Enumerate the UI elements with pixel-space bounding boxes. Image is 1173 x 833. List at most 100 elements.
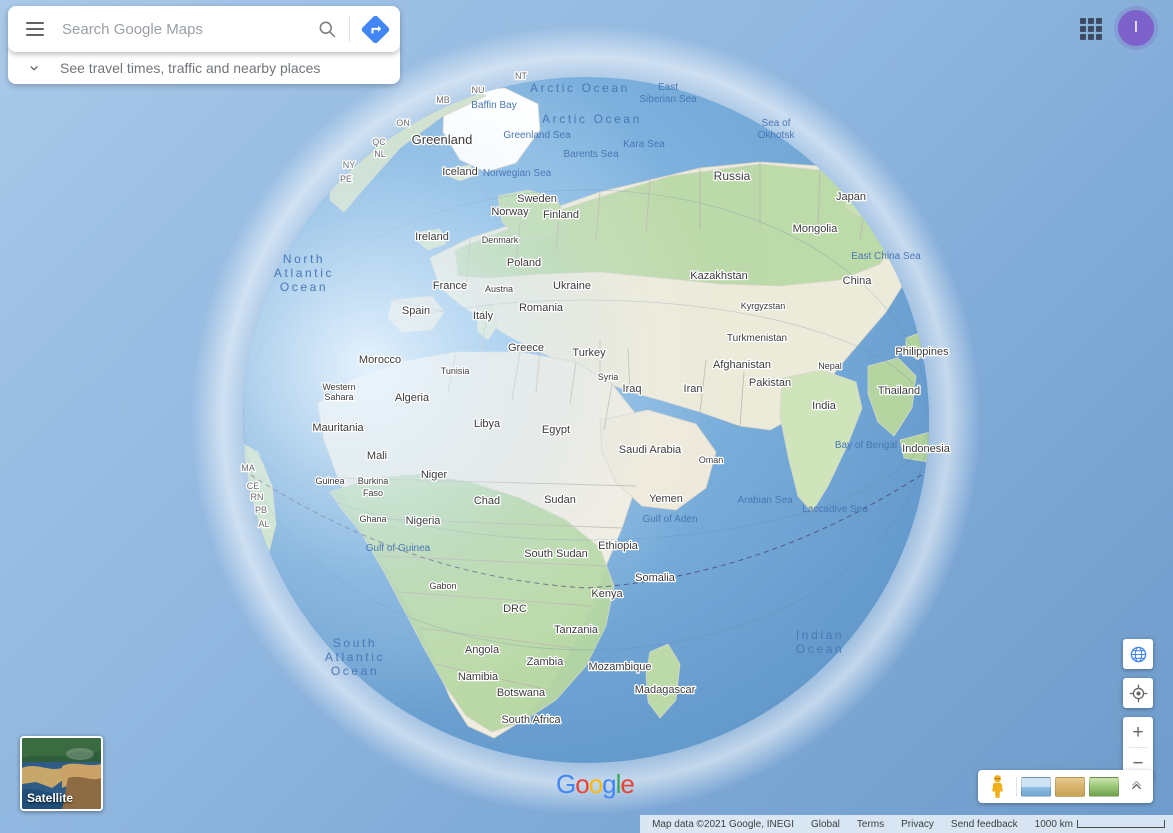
map-label-country: Ukraine: [553, 280, 591, 292]
map-footer: Map data ©2021 Google, INEGI Global Term…: [640, 815, 1173, 833]
street-view-thumbnail-water[interactable]: [1021, 776, 1051, 797]
chevron-up-icon[interactable]: [1123, 770, 1149, 803]
map-label-country: Romania: [519, 302, 564, 314]
footer-link-terms[interactable]: Terms: [857, 819, 884, 830]
map-label-water: Bay of Bengal: [835, 440, 897, 451]
map-label-country: Greenland: [412, 132, 473, 147]
map-label-water: Baffin Bay: [471, 100, 516, 111]
map-label-country: Indonesia: [902, 443, 951, 455]
map-label-water: Kara Sea: [623, 139, 665, 150]
apps-grid-icon[interactable]: [1078, 16, 1104, 42]
map-label-country: Mongolia: [793, 223, 839, 235]
map-label-water: Gulf of Aden: [642, 514, 697, 525]
globe-view-icon[interactable]: [1123, 639, 1153, 669]
map-label-country: Afghanistan: [713, 359, 771, 371]
map-label-country: DRC: [503, 603, 527, 615]
map-label-region: NL: [374, 149, 386, 159]
street-view-thumbnail-field[interactable]: [1089, 776, 1119, 797]
street-view-bar: [978, 770, 1153, 803]
hamburger-menu-icon[interactable]: [8, 6, 62, 52]
map-label-country: Mali: [367, 450, 387, 462]
map-label-country: Philippines: [895, 346, 949, 358]
map-label-country: Nepal: [818, 361, 842, 371]
map-label-country: Madagascar: [635, 684, 696, 696]
map-label-water: East: [658, 82, 678, 93]
map-label-country: Tunisia: [441, 366, 470, 376]
logo-letter-o1: o: [575, 769, 590, 799]
footer-link-privacy[interactable]: Privacy: [901, 819, 934, 830]
map-label-water: Norwegian Sea: [483, 168, 552, 179]
map-label-region: MA: [241, 463, 255, 473]
map-label-country: Pakistan: [749, 377, 791, 389]
map-label-country: Sudan: [544, 494, 576, 506]
map-scale-bar: [1077, 820, 1165, 828]
map-label-water: Atlantic: [325, 650, 385, 664]
map-label-region: CE: [247, 481, 260, 491]
map-label-country: Italy: [473, 310, 494, 322]
map-label-country: Burkina: [358, 476, 389, 486]
map-label-water: Indian: [796, 628, 844, 642]
map-label-country: Turkmenistan: [727, 333, 787, 344]
search-icon[interactable]: [305, 6, 349, 52]
map-label-country: Kenya: [591, 588, 623, 600]
map-label-country: Nigeria: [406, 515, 442, 527]
map-label-water: North: [283, 252, 325, 266]
satellite-layer-toggle[interactable]: Satellite: [20, 736, 103, 811]
map-label-region: PB: [255, 505, 267, 515]
street-view-thumbnail-desert[interactable]: [1055, 776, 1085, 797]
map-label-region: ON: [396, 118, 410, 128]
map-label-region: RN: [251, 492, 264, 502]
map-label-water: Arabian Sea: [737, 495, 792, 506]
street-view-divider: [1016, 776, 1017, 797]
chevron-down-icon: [8, 61, 60, 75]
map-label-country: Algeria: [395, 392, 430, 404]
map-label-water: Ocean: [331, 664, 379, 678]
map-label-region: AL: [258, 519, 269, 529]
map-label-water: Atlantic: [274, 266, 334, 280]
map-label-country: Denmark: [482, 235, 519, 245]
zoom-controls: + −: [1123, 717, 1153, 778]
map-label-water: Gulf of Guinea: [366, 543, 431, 554]
logo-letter-e: e: [620, 769, 635, 799]
map-label-water: East China Sea: [851, 251, 921, 262]
map-canvas[interactable]: Greenland Iceland Sweden Norway Finland Irela…: [0, 0, 1173, 833]
map-label-country: Faso: [363, 488, 383, 498]
footer-link-global[interactable]: Global: [811, 819, 840, 830]
map-label-country: Spain: [402, 305, 430, 317]
map-label-country: Mozambique: [589, 661, 652, 673]
zoom-in-button[interactable]: +: [1123, 717, 1153, 747]
map-label-water: Sea of: [762, 118, 791, 129]
map-label-country: South Africa: [501, 714, 561, 726]
map-label-country: Iran: [684, 383, 703, 395]
map-label-country: Poland: [507, 257, 541, 269]
map-label-country: Greece: [508, 342, 544, 354]
footer-link-send-feedback[interactable]: Send feedback: [951, 819, 1018, 830]
map-scale: 1000 km: [1035, 819, 1165, 830]
logo-letter-o2: o: [588, 769, 604, 799]
search-input[interactable]: [62, 20, 305, 38]
map-label-region: QC: [372, 137, 386, 147]
map-label-country: Kyrgyzstan: [741, 301, 786, 311]
directions-icon[interactable]: [350, 6, 400, 52]
map-label-country: Thailand: [878, 385, 920, 397]
map-label-water: Laccadive Sea: [802, 504, 868, 515]
avatar-initial: I: [1133, 19, 1139, 36]
map-label-country: Norway: [491, 206, 529, 218]
map-label-country: Oman: [699, 455, 724, 465]
map-label-country: France: [433, 280, 467, 292]
map-label-country: Sweden: [517, 193, 557, 205]
map-label-region: NU: [472, 85, 485, 95]
map-label-country: Guinea: [315, 476, 344, 486]
map-label-country: Austria: [485, 284, 513, 294]
map-label-country: Kazakhstan: [690, 270, 747, 282]
map-label-country: Syria: [598, 372, 619, 382]
pegman-street-view-icon[interactable]: [982, 770, 1012, 803]
map-label-country: Namibia: [458, 671, 499, 683]
map-label-water: Barents Sea: [563, 149, 618, 160]
google-logo: Google: [556, 769, 635, 800]
globe-render[interactable]: Greenland Iceland SwedenNorway Finland Irela…: [0, 0, 1173, 833]
logo-letter-g2: g: [602, 769, 617, 799]
avatar[interactable]: I: [1118, 10, 1154, 46]
my-location-icon[interactable]: [1123, 678, 1153, 708]
map-scale-label: 1000 km: [1034, 818, 1073, 830]
